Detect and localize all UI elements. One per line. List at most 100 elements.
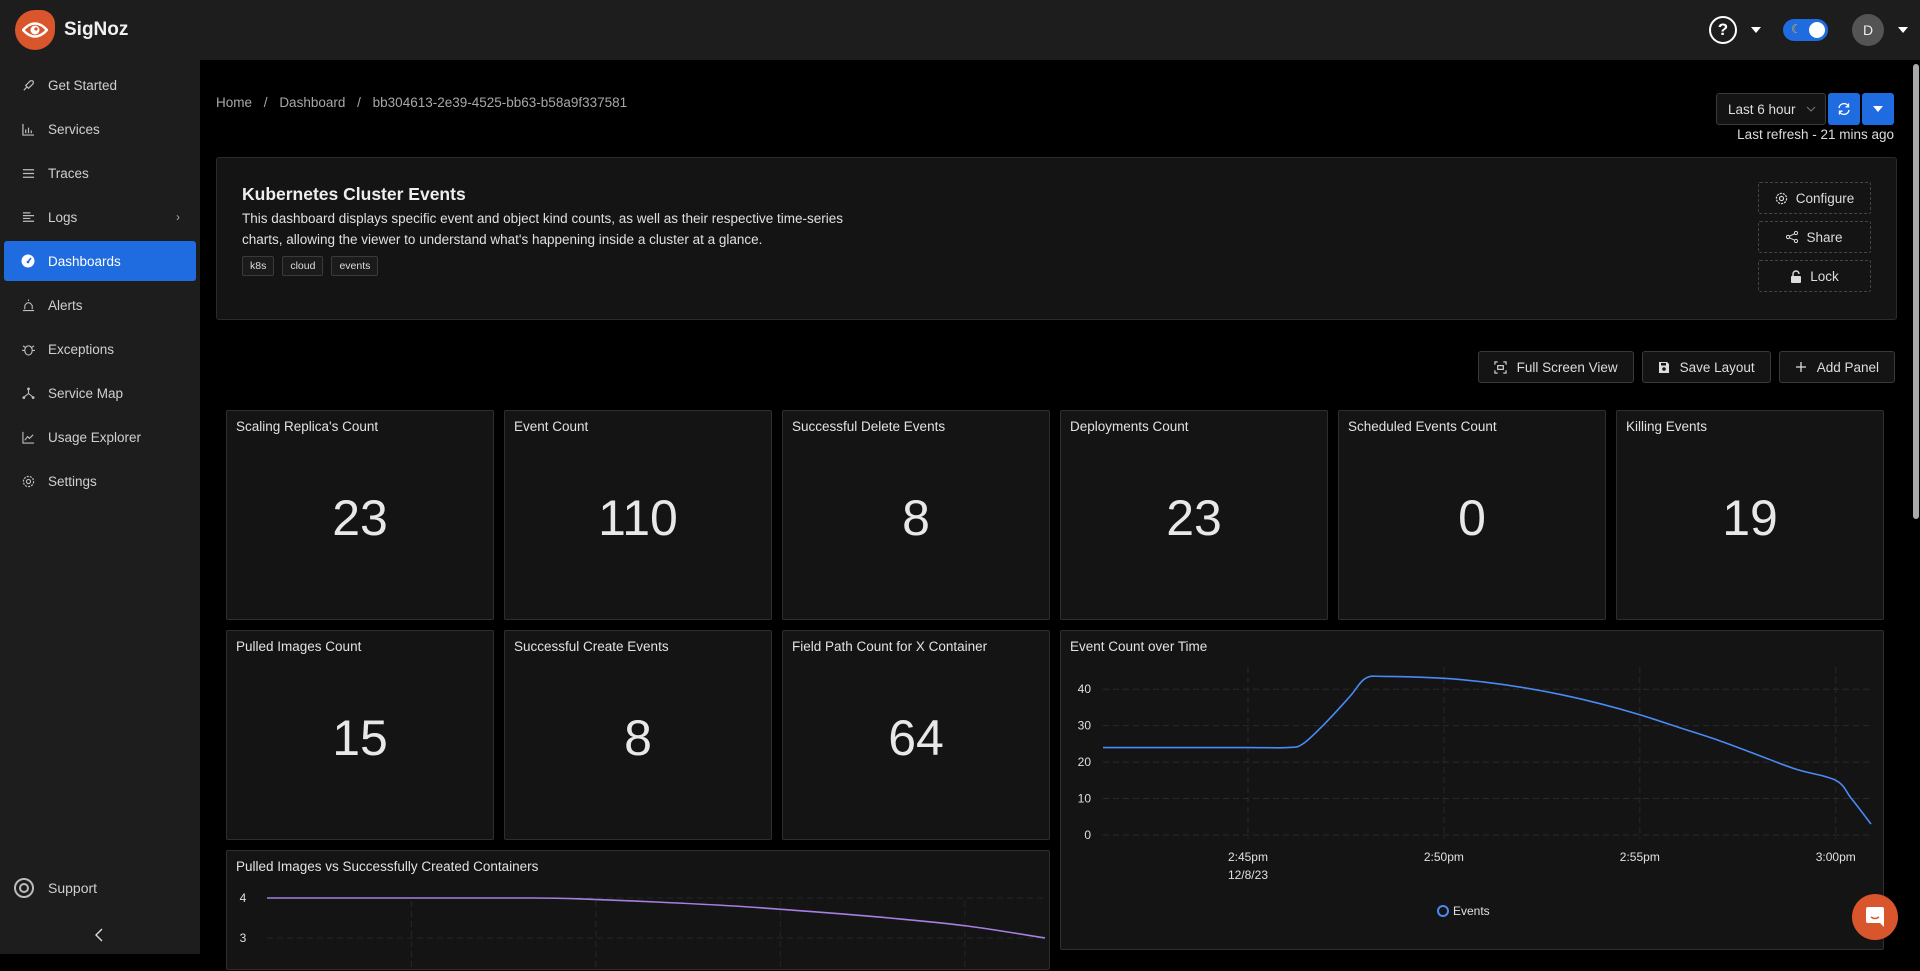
pulled-images-chart-panel[interactable]: Pulled Images vs Successfully Created Co… <box>226 850 1050 971</box>
x-tick-label: 2:55pm <box>1620 850 1660 864</box>
rocket-icon <box>20 77 36 93</box>
panel-value: 15 <box>332 710 388 766</box>
breadcrumb-dashboard[interactable]: Dashboard <box>279 95 345 110</box>
sidebar-item-label: Alerts <box>48 297 83 313</box>
full-screen-button[interactable]: Full Screen View <box>1477 351 1634 383</box>
sidebar-item-logs[interactable]: Logs › <box>4 197 196 237</box>
value-panel[interactable]: Pulled Images Count 15 <box>226 630 494 840</box>
moon-icon: ☾ <box>1791 22 1802 36</box>
chevron-down-icon <box>1806 104 1816 115</box>
series-line <box>267 897 1046 939</box>
signoz-eye-icon <box>15 10 55 50</box>
panel-title: Event Count <box>514 419 589 434</box>
value-panel[interactable]: Successful Delete Events 8 <box>782 410 1050 620</box>
main-content: Home / Dashboard / bb304613-2e39-4525-bb… <box>200 60 1920 971</box>
tag: cloud <box>282 256 324 276</box>
top-bar: SigNoz ? ☾ D <box>0 0 1920 60</box>
lock-label: Lock <box>1810 268 1839 284</box>
tag-list: k8s cloud events <box>242 256 379 276</box>
value-panel[interactable]: Field Path Count for X Container 64 <box>782 630 1050 840</box>
bug-icon <box>20 341 36 357</box>
value-panel[interactable]: Scaling Replica's Count 23 <box>226 410 494 620</box>
y-tick-label: 20 <box>1078 755 1092 769</box>
sidebar-item-dashboards[interactable]: Dashboards <box>4 241 196 281</box>
panel-title: Successful Delete Events <box>792 419 946 434</box>
support-link[interactable]: Support <box>14 878 97 898</box>
sidebar-item-usage-explorer[interactable]: Usage Explorer <box>4 417 196 457</box>
value-panel[interactable]: Successful Create Events 8 <box>504 630 772 840</box>
save-layout-button[interactable]: Save Layout <box>1641 351 1771 383</box>
sidebar-item-exceptions[interactable]: Exceptions <box>4 329 196 369</box>
legend-label: Events <box>1453 904 1490 918</box>
panel-title: Scaling Replica's Count <box>236 419 379 434</box>
sidebar: Get Started Services Traces Logs › Dashb… <box>0 60 200 954</box>
share-button[interactable]: Share <box>1758 221 1871 253</box>
full-screen-label: Full Screen View <box>1516 359 1618 375</box>
sidebar-item-services[interactable]: Services <box>4 109 196 149</box>
panel-title: Field Path Count for X Container <box>792 639 988 654</box>
theme-toggle[interactable]: ☾ <box>1783 19 1828 41</box>
sidebar-item-service-map[interactable]: Service Map <box>4 373 196 413</box>
panel-title: Deployments Count <box>1070 419 1189 434</box>
avatar[interactable]: D <box>1852 14 1884 46</box>
sidebar-item-traces[interactable]: Traces <box>4 153 196 193</box>
bar-chart-icon <box>20 121 36 137</box>
panel-value: 8 <box>902 490 930 546</box>
line-chart-icon <box>20 429 36 445</box>
sidebar-item-settings[interactable]: Settings <box>4 461 196 501</box>
refresh-button[interactable] <box>1828 93 1860 125</box>
help-dropdown-caret-icon[interactable] <box>1751 27 1761 33</box>
share-icon <box>1786 231 1799 243</box>
sidebar-item-label: Traces <box>48 165 89 181</box>
sidebar-item-label: Get Started <box>48 77 118 93</box>
scrollbar-thumb[interactable] <box>1913 64 1919 519</box>
save-layout-label: Save Layout <box>1679 359 1755 375</box>
value-panel[interactable]: Deployments Count 23 <box>1060 410 1328 620</box>
panel-title: Killing Events <box>1626 419 1708 434</box>
time-range-select[interactable]: Last 6 hour <box>1716 93 1826 125</box>
dashboard-description: This dashboard displays specific event a… <box>242 211 844 247</box>
event-count-chart-panel[interactable]: Event Count over Time 0 10 20 30 40 2:45pm 12/… <box>1060 630 1884 950</box>
sidebar-item-label: Settings <box>48 473 97 489</box>
user-dropdown-caret-icon[interactable] <box>1898 27 1908 33</box>
value-panel[interactable]: Event Count 110 <box>504 410 772 620</box>
y-tick-label: 40 <box>1078 682 1092 696</box>
sidebar-item-label: Service Map <box>48 385 124 401</box>
panel-value: 23 <box>1166 490 1222 546</box>
series-line <box>1103 675 1872 825</box>
app-name: SigNoz <box>64 19 129 40</box>
sidebar-item-get-started[interactable]: Get Started <box>4 65 196 105</box>
list-icon <box>20 165 36 181</box>
x-tick-label: 3:00pm <box>1816 850 1856 864</box>
question-circle-icon[interactable]: ? <box>1709 16 1737 44</box>
chevron-left-icon[interactable] <box>94 928 104 947</box>
y-tick-label: 30 <box>1078 719 1092 733</box>
panel-value: 0 <box>1458 490 1486 546</box>
legend-marker <box>1437 905 1449 917</box>
breadcrumb-separator: / <box>263 95 268 110</box>
logo[interactable]: SigNoz <box>15 10 128 50</box>
save-icon <box>1658 361 1669 373</box>
value-panel[interactable]: Killing Events 19 <box>1616 410 1884 620</box>
dashboard-icon <box>20 253 36 269</box>
unlock-icon <box>1791 269 1802 283</box>
sidebar-item-label: Exceptions <box>48 341 115 357</box>
configure-button[interactable]: Configure <box>1758 182 1871 214</box>
lock-button[interactable]: Lock <box>1758 260 1871 292</box>
panel-title: Successful Create Events <box>514 639 669 654</box>
sidebar-item-alerts[interactable]: Alerts <box>4 285 196 325</box>
chevron-right-icon: › <box>176 210 180 224</box>
breadcrumb-home[interactable]: Home <box>216 95 252 110</box>
deployment-unit-icon <box>20 385 36 401</box>
dashboard-title: Kubernetes Cluster Events <box>242 184 466 204</box>
dashboard-toolbar: Full Screen View Save Layout Add Panel <box>1477 351 1895 383</box>
settings-icon <box>20 473 36 489</box>
caret-down-icon <box>1873 106 1883 112</box>
scrollbar[interactable] <box>1912 60 1920 520</box>
add-panel-button[interactable]: Add Panel <box>1778 351 1895 383</box>
refresh-interval-dropdown[interactable] <box>1862 93 1894 125</box>
chat-support-button[interactable] <box>1852 894 1898 940</box>
sidebar-item-label: Dashboards <box>48 253 121 269</box>
value-panel[interactable]: Scheduled Events Count 0 <box>1338 410 1606 620</box>
breadcrumb-separator: / <box>357 95 361 110</box>
